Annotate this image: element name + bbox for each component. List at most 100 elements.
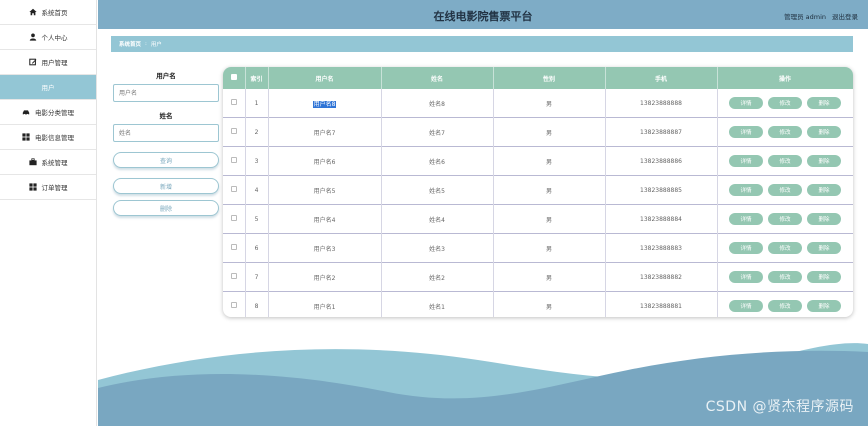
logout-link[interactable]: 退出登录: [832, 11, 858, 21]
index-cell: 7: [245, 262, 269, 292]
row-delete-button[interactable]: 删除: [807, 184, 841, 196]
table-body: 1 用户名8 姓名8 男 13823888888 详情 修改 删除 2 用户名7 姓名7 男 13823…: [223, 89, 853, 317]
sidebar-item-orders[interactable]: 订单管理: [0, 175, 96, 200]
username-cell: 用户名4: [268, 204, 382, 234]
name-input[interactable]: [113, 124, 219, 142]
sidebar-item-home[interactable]: 系统首页: [0, 0, 96, 25]
phone-cell: 13823888881: [605, 291, 718, 317]
detail-button[interactable]: 详情: [729, 97, 763, 109]
row-checkbox[interactable]: [230, 215, 237, 221]
row-checkbox[interactable]: [230, 128, 237, 134]
breadcrumb-separator: :: [145, 41, 147, 47]
detail-button[interactable]: 详情: [729, 126, 763, 138]
table-row: 2 用户名7 姓名7 男 13823888887 详情 修改 删除: [223, 117, 853, 147]
detail-button[interactable]: 详情: [729, 184, 763, 196]
sidebar-item-label: 电影分类管理: [35, 109, 74, 117]
row-checkbox[interactable]: [230, 302, 237, 308]
row-checkbox-cell[interactable]: [223, 233, 246, 263]
edit-button[interactable]: 修改: [768, 97, 802, 109]
row-checkbox[interactable]: [230, 99, 237, 105]
index-cell: 8: [245, 291, 269, 317]
edit-button[interactable]: 修改: [768, 184, 802, 196]
column-header-gender: 性别: [493, 67, 606, 89]
detail-button[interactable]: 详情: [729, 271, 763, 283]
index-cell: 3: [245, 146, 269, 176]
row-checkbox[interactable]: [230, 273, 237, 279]
add-button[interactable]: 新增: [113, 178, 219, 194]
row-checkbox[interactable]: [230, 186, 237, 192]
edit-button[interactable]: 修改: [768, 155, 802, 167]
name-label: 姓名: [159, 112, 173, 120]
sidebar-item-system[interactable]: 系统管理: [0, 150, 96, 175]
row-checkbox-cell[interactable]: [223, 89, 246, 118]
phone-cell: 13823888884: [605, 204, 718, 234]
username-text: 用户名6: [313, 158, 336, 166]
grid-icon: [28, 183, 37, 191]
delete-button[interactable]: 删除: [113, 200, 219, 216]
row-checkbox-cell[interactable]: [223, 262, 246, 292]
username-cell: 用户名3: [268, 233, 382, 263]
sidebar-item-label: 用户: [41, 84, 55, 92]
username-text: 用户名5: [313, 187, 336, 195]
row-delete-button[interactable]: 删除: [807, 213, 841, 225]
sidebar-item-movie-info[interactable]: 电影信息管理: [0, 125, 96, 150]
column-header-index: 索引: [245, 67, 269, 89]
header-user-area: 管理员 admin 退出登录: [784, 11, 858, 21]
username-text: 用户名7: [313, 129, 336, 137]
breadcrumb-current: 用户: [150, 42, 162, 48]
row-checkbox-cell[interactable]: [223, 146, 246, 176]
name-cell: 姓名3: [381, 233, 494, 263]
username-label: 用户名: [156, 72, 176, 80]
sidebar-item-profile[interactable]: 个人中心: [0, 25, 96, 50]
row-checkbox-cell[interactable]: [223, 204, 246, 234]
query-button[interactable]: 查询: [113, 152, 219, 168]
username-text: 用户名4: [313, 216, 336, 224]
detail-button[interactable]: 详情: [729, 300, 763, 312]
sidebar-item-label: 个人中心: [41, 34, 68, 42]
detail-button[interactable]: 详情: [729, 155, 763, 167]
gender-cell: 男: [493, 89, 606, 118]
sidebar-item-label: 电影信息管理: [35, 134, 74, 142]
edit-button[interactable]: 修改: [768, 126, 802, 138]
sidebar-item-movie-category[interactable]: 电影分类管理: [0, 100, 96, 125]
phone-cell: 13823888883: [605, 233, 718, 263]
row-delete-button[interactable]: 删除: [807, 242, 841, 254]
phone-cell: 13823888885: [605, 175, 718, 205]
row-checkbox-cell[interactable]: [223, 291, 246, 317]
sidebar-item-label: 订单管理: [41, 184, 68, 192]
sidebar-item-label: 系统管理: [41, 159, 68, 167]
row-delete-button[interactable]: 删除: [807, 271, 841, 283]
username-text: 用户名8: [312, 100, 337, 108]
search-panel: 用户名 姓名 查询 新增 删除: [113, 70, 219, 216]
row-checkbox[interactable]: [230, 157, 237, 163]
row-checkbox-cell[interactable]: [223, 117, 246, 147]
table-row: 8 用户名1 姓名1 男 13823888881 详情 修改 删除: [223, 291, 853, 317]
edit-button[interactable]: 修改: [768, 300, 802, 312]
table-header-row: 索引 用户名 姓名 性别 手机 操作: [223, 67, 853, 89]
detail-button[interactable]: 详情: [729, 242, 763, 254]
edit-button[interactable]: 修改: [768, 242, 802, 254]
sidebar-item-user-management[interactable]: 用户管理: [0, 50, 96, 75]
select-all-cell[interactable]: [223, 67, 246, 89]
actions-cell: 详情 修改 删除: [717, 233, 853, 263]
select-all-checkbox[interactable]: [230, 74, 237, 80]
edit-button[interactable]: 修改: [768, 271, 802, 283]
detail-button[interactable]: 详情: [729, 213, 763, 225]
actions-cell: 详情 修改 删除: [717, 204, 853, 234]
table-row: 3 用户名6 姓名6 男 13823888886 详情 修改 删除: [223, 146, 853, 176]
row-delete-button[interactable]: 删除: [807, 126, 841, 138]
row-checkbox[interactable]: [230, 244, 237, 250]
table-row: 5 用户名4 姓名4 男 13823888884 详情 修改 删除: [223, 204, 853, 234]
row-delete-button[interactable]: 删除: [807, 97, 841, 109]
row-delete-button[interactable]: 删除: [807, 155, 841, 167]
home-icon: [28, 8, 37, 16]
username-text: 用户名2: [313, 274, 336, 282]
edit-button[interactable]: 修改: [768, 213, 802, 225]
row-checkbox-cell[interactable]: [223, 175, 246, 205]
username-cell: 用户名1: [268, 291, 382, 317]
sidebar-item-users[interactable]: 用户: [0, 75, 96, 100]
row-delete-button[interactable]: 删除: [807, 300, 841, 312]
breadcrumb-home[interactable]: 系统首页: [119, 40, 141, 48]
grid-icon: [22, 133, 30, 141]
username-input[interactable]: [113, 84, 219, 102]
